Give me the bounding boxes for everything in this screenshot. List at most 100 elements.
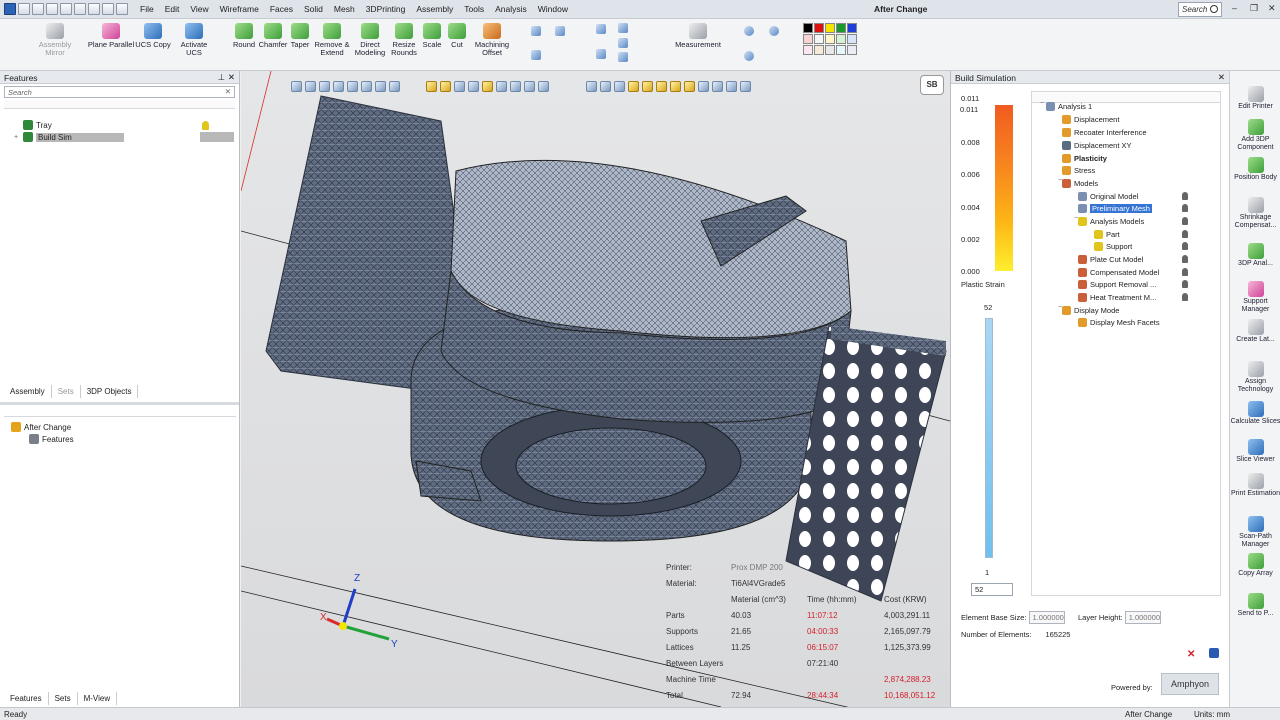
- section-icon[interactable]: [375, 81, 386, 92]
- layer-spinbox[interactable]: 52: [971, 583, 1013, 596]
- feature-search-input[interactable]: Search ✕: [4, 86, 235, 98]
- element-base-size-field[interactable]: 1.000000: [1028, 611, 1065, 624]
- light-icon[interactable]: [426, 81, 437, 92]
- shrinkage-compensation-button[interactable]: Shrinkage Compensat...: [1230, 197, 1280, 230]
- menu-assembly[interactable]: Assembly: [416, 4, 453, 14]
- zoom-area-icon[interactable]: [769, 26, 779, 36]
- box-select-icon[interactable]: [305, 81, 316, 92]
- undo-view-icon[interactable]: [586, 81, 597, 92]
- menu-file[interactable]: File: [140, 4, 154, 14]
- analysis-tree-item[interactable]: Display Mesh Facets: [1078, 316, 1160, 328]
- analysis-tree-item[interactable]: Part: [1094, 228, 1120, 240]
- analysis-tree-item[interactable]: Display Mode: [1062, 304, 1119, 316]
- plane-parallel-button[interactable]: Plane Parallel: [87, 23, 135, 49]
- slice-viewer-button[interactable]: Slice Viewer: [1230, 439, 1280, 464]
- fit-icon[interactable]: [347, 81, 358, 92]
- mesh-fill-icon[interactable]: [555, 26, 565, 36]
- chamfer-button[interactable]: Chamfer: [258, 23, 288, 49]
- new-file-icon[interactable]: [18, 3, 30, 15]
- calculate-slices-button[interactable]: Calculate Slices: [1230, 401, 1280, 426]
- dock-icon[interactable]: [1209, 648, 1219, 658]
- tab-m-view[interactable]: M-View: [78, 692, 118, 705]
- analysis-tree-item[interactable]: Analysis Models: [1078, 215, 1144, 227]
- history-item-after-change[interactable]: After Change: [8, 421, 71, 433]
- layer-slider[interactable]: [985, 318, 993, 558]
- create-lattice-button[interactable]: Create Lat...: [1230, 319, 1280, 344]
- tab-features[interactable]: Features: [4, 692, 49, 705]
- analysis-tree-item[interactable]: Displacement XY: [1062, 139, 1132, 151]
- measurement-button[interactable]: Measurement: [672, 23, 724, 49]
- view-cube-icon[interactable]: [361, 81, 372, 92]
- grid-snap-icon[interactable]: [698, 81, 709, 92]
- tree-item-build-sim[interactable]: + Build Sim: [0, 131, 239, 143]
- visibility-bulb-icon[interactable]: [1182, 204, 1188, 212]
- arrow-icon[interactable]: [596, 49, 606, 59]
- cut-button[interactable]: Cut: [447, 23, 467, 49]
- wireframe-icon[interactable]: [468, 81, 479, 92]
- menu-edit[interactable]: Edit: [165, 4, 180, 14]
- analysis-tree-item[interactable]: Original Model: [1078, 190, 1138, 202]
- activate-ucs-button[interactable]: Activate UCS: [172, 23, 216, 57]
- assembly-mirror-button[interactable]: Assembly Mirror: [36, 23, 74, 57]
- zoom-icon[interactable]: [744, 26, 754, 36]
- analysis-tree-item[interactable]: Plate Cut Model: [1078, 253, 1143, 265]
- layer-height-field[interactable]: 1.000000: [1124, 611, 1161, 624]
- frame-icon[interactable]: [596, 24, 606, 34]
- snap-edge-icon[interactable]: [656, 81, 667, 92]
- shading-icon[interactable]: [454, 81, 465, 92]
- menu-tools[interactable]: Tools: [464, 4, 484, 14]
- collapse-icon[interactable]: −: [1058, 177, 1062, 184]
- search-icon[interactable]: [1210, 5, 1218, 13]
- menu-window[interactable]: Window: [538, 4, 568, 14]
- visibility-bulb-icon[interactable]: [1182, 242, 1188, 250]
- analysis-tree-item[interactable]: Recoater Interference: [1062, 126, 1147, 138]
- hidden-line-icon[interactable]: [496, 81, 507, 92]
- analysis-tree-item[interactable]: Models: [1062, 177, 1098, 189]
- link-icon[interactable]: [618, 52, 628, 62]
- menu-solid[interactable]: Solid: [304, 4, 323, 14]
- remove-extend-button[interactable]: Remove & Extend: [313, 23, 351, 57]
- snap-face-icon[interactable]: [670, 81, 681, 92]
- direct-modeling-button[interactable]: Direct Modeling: [352, 23, 388, 57]
- edit-printer-button[interactable]: Edit Printer: [1230, 86, 1280, 111]
- filter-icon[interactable]: [614, 81, 625, 92]
- copy-array-button[interactable]: Copy Array: [1230, 553, 1280, 578]
- visibility-bulb-icon[interactable]: [1182, 255, 1188, 263]
- snap-icon[interactable]: [628, 81, 639, 92]
- visibility-bulb-icon[interactable]: [1182, 280, 1188, 288]
- scale-button[interactable]: Scale: [421, 23, 443, 49]
- snap-center-icon[interactable]: [684, 81, 695, 92]
- light-on-icon[interactable]: [440, 81, 451, 92]
- highlight-icon[interactable]: [482, 81, 493, 92]
- measure-snap-icon[interactable]: [726, 81, 737, 92]
- analysis-tree-item[interactable]: Preliminary Mesh: [1078, 202, 1152, 214]
- tab-sets-bottom[interactable]: Sets: [49, 692, 78, 705]
- window-icon[interactable]: [116, 3, 128, 15]
- menu-wireframe[interactable]: Wireframe: [220, 4, 259, 14]
- close-icon[interactable]: ✕: [1268, 3, 1276, 14]
- analysis-tree-item[interactable]: Heat Treatment M...: [1078, 291, 1156, 303]
- app-icon[interactable]: [4, 3, 16, 15]
- send-to-printer-button[interactable]: Send to P...: [1230, 593, 1280, 618]
- mesh-tool-icon[interactable]: [531, 26, 541, 36]
- orient-icon[interactable]: [389, 81, 400, 92]
- analysis-tree-item[interactable]: Plasticity: [1062, 152, 1107, 164]
- render-icon[interactable]: [524, 81, 535, 92]
- expand-icon[interactable]: +: [12, 134, 20, 141]
- menu-view[interactable]: View: [190, 4, 208, 14]
- scan-path-manager-button[interactable]: Scan-Path Manager: [1230, 516, 1280, 549]
- select-filter-icon[interactable]: [291, 81, 302, 92]
- menu-faces[interactable]: Faces: [270, 4, 293, 14]
- select-icon[interactable]: [102, 3, 114, 15]
- visibility-bulb-icon[interactable]: [1182, 230, 1188, 238]
- save-icon[interactable]: [46, 3, 58, 15]
- move-icon[interactable]: [740, 81, 751, 92]
- taper-button[interactable]: Taper: [289, 23, 311, 49]
- mesh-cut-icon[interactable]: [531, 50, 541, 60]
- analysis-tree-item[interactable]: Compensated Model: [1078, 266, 1159, 278]
- ucs-copy-button[interactable]: UCS Copy: [134, 23, 172, 49]
- visibility-bulb-icon[interactable]: [1182, 293, 1188, 301]
- menu-analysis[interactable]: Analysis: [495, 4, 527, 14]
- restore-icon[interactable]: ❐: [1250, 3, 1258, 14]
- print-estimation-button[interactable]: Print Estimation: [1230, 473, 1280, 498]
